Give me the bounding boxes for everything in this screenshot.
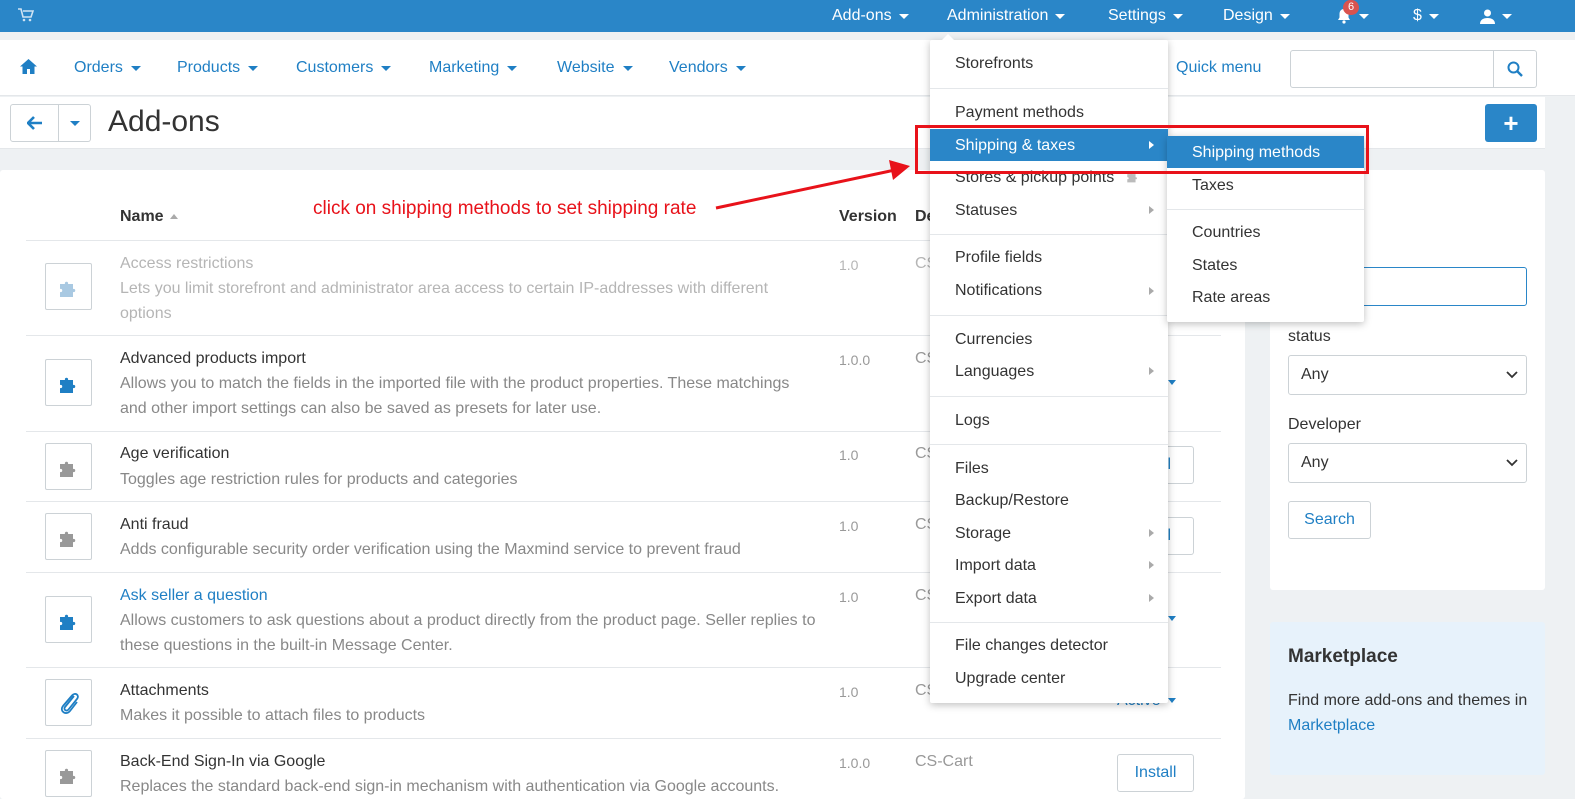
annotation-arrow <box>715 160 910 210</box>
